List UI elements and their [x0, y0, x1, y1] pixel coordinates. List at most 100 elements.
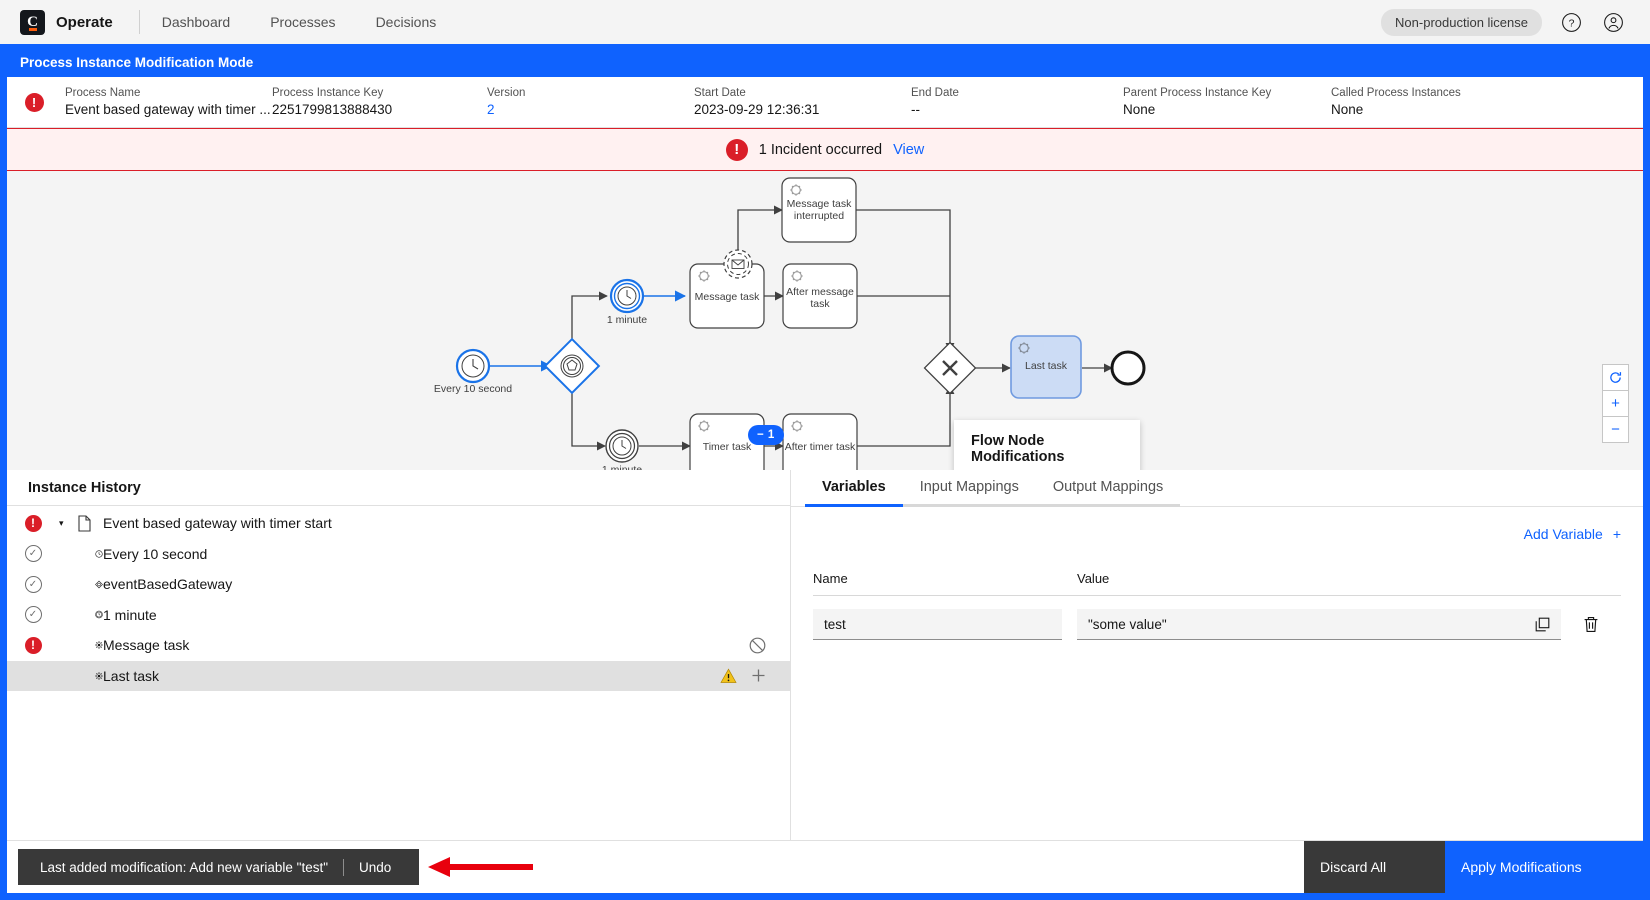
discard-all-button[interactable]: Discard All	[1304, 841, 1445, 893]
lower-panels: Instance History ! ▾ Event based gateway…	[7, 470, 1643, 840]
column-header-value: Value	[1077, 571, 1110, 586]
undo-button[interactable]: Undo	[359, 860, 419, 875]
history-row-label: Every 10 second	[103, 545, 208, 562]
zoom-out-button[interactable]: −	[1602, 416, 1629, 443]
field-process-name: Process Name Event based gateway with ti…	[65, 87, 272, 117]
nav-item-processes[interactable]: Processes	[270, 14, 335, 30]
history-row-event-based-gateway[interactable]: ✓ eventBasedGateway	[7, 569, 790, 600]
history-row-1-minute[interactable]: ✓ 1 minute	[7, 600, 790, 631]
field-value: 2251799813888430	[272, 102, 393, 117]
message-task-interrupted[interactable]: Message task interrupted	[781, 177, 857, 243]
message-task-cancel-badge[interactable]: − 1	[748, 425, 784, 445]
camunda-logo-icon: C	[20, 9, 45, 35]
brand-logo[interactable]: C Operate	[18, 9, 113, 35]
after-message-task[interactable]: After message task	[782, 263, 858, 329]
column-header-name: Name	[813, 571, 848, 586]
svg-text:1 minute: 1 minute	[602, 464, 642, 470]
field-label: Parent Process Instance Key	[1123, 87, 1272, 99]
last-task[interactable]: Last task	[1010, 335, 1082, 399]
variables-panel: Variables Input Mappings Output Mappings…	[791, 470, 1643, 840]
add-flow-node-icon[interactable]	[751, 668, 766, 683]
annotation-arrow	[428, 856, 534, 878]
apply-modifications-button[interactable]: Apply Modifications	[1445, 841, 1643, 893]
instance-history-panel: Instance History ! ▾ Event based gateway…	[7, 470, 791, 840]
user-avatar-icon[interactable]	[1600, 9, 1626, 35]
diagram-zoom-controls: + −	[1602, 364, 1629, 443]
add-variable-label: Add Variable	[1523, 526, 1603, 542]
field-process-instance-key: Process Instance Key 2251799813888430	[272, 87, 487, 117]
variable-value-text: "some value"	[1088, 616, 1167, 632]
nav-divider	[138, 10, 140, 34]
field-value: 2023-09-29 12:36:31	[694, 102, 820, 117]
cancel-flow-node-icon[interactable]	[749, 637, 766, 654]
field-label: Version	[487, 87, 526, 99]
tab-input-mappings[interactable]: Input Mappings	[902, 470, 1036, 507]
exclusive-gateway[interactable]	[923, 341, 977, 395]
message-boundary-event[interactable]	[723, 249, 753, 279]
license-badge: Non-production license	[1381, 8, 1542, 36]
history-row-label: Last task	[103, 667, 160, 684]
svg-text:Every 10 second: Every 10 second	[434, 383, 512, 395]
expand-collapse-icon[interactable]: ▾	[59, 518, 77, 529]
field-value: Event based gateway with timer ...	[65, 102, 271, 117]
history-row-last-task[interactable]: Last task	[7, 660, 790, 691]
bpmn-diagram-canvas[interactable]: Every 10 second 1 minute 1 minute Messag…	[7, 171, 1643, 470]
svg-text:After message: After message	[786, 286, 854, 298]
delete-variable-button[interactable]	[1561, 616, 1621, 633]
timer-catch-top[interactable]: 1 minute	[607, 278, 647, 326]
field-label: Process Instance Key	[272, 87, 384, 99]
history-row-label: Event based gateway with timer start	[103, 515, 332, 532]
history-row-message-task[interactable]: ! Message task	[7, 630, 790, 661]
version-link[interactable]: 2	[487, 102, 694, 117]
add-variable-row: Add Variable +	[813, 507, 1621, 542]
field-label: Start Date	[694, 87, 746, 99]
field-label: Called Process Instances	[1331, 87, 1461, 99]
timer-catch-icon	[77, 606, 103, 623]
copy-icon[interactable]	[1535, 617, 1550, 632]
add-variable-button[interactable]: Add Variable +	[1524, 526, 1621, 542]
incident-view-link[interactable]: View	[893, 142, 924, 158]
variable-row: test "some value"	[813, 596, 1621, 640]
tab-output-mappings[interactable]: Output Mappings	[1035, 470, 1181, 507]
help-icon[interactable]: ?	[1558, 9, 1584, 35]
after-timer-task[interactable]: After timer task	[782, 413, 858, 470]
variable-value-input[interactable]: "some value"	[1077, 609, 1561, 640]
reset-zoom-button[interactable]	[1602, 364, 1629, 391]
row-state-icon: !	[7, 636, 59, 654]
task-icon	[77, 668, 103, 684]
row-actions	[749, 637, 790, 654]
footer-actions: Discard All Apply Modifications	[1304, 841, 1643, 893]
svg-text:Timer task: Timer task	[703, 441, 752, 453]
end-event[interactable]	[1110, 350, 1146, 386]
svg-text:Message task: Message task	[787, 198, 853, 210]
task-icon	[77, 637, 103, 653]
field-value: --	[911, 102, 920, 117]
tab-variables[interactable]: Variables	[805, 470, 903, 507]
field-end-date: End Date --	[911, 87, 1123, 117]
field-start-date: Start Date 2023-09-29 12:36:31	[694, 87, 911, 117]
event-based-gateway[interactable]	[543, 337, 601, 395]
variables-tabs: Variables Input Mappings Output Mappings	[791, 470, 1643, 507]
last-modification-toast: Last added modification: Add new variabl…	[18, 849, 420, 885]
top-nav-right: Non-production license ?	[1381, 8, 1632, 36]
field-version: Version 2	[487, 87, 694, 117]
modification-mode-banner: Process Instance Modification Mode	[0, 47, 1650, 77]
nav-item-decisions[interactable]: Decisions	[376, 14, 437, 30]
modification-frame: ! Process Name Event based gateway with …	[0, 77, 1650, 900]
field-value: None	[1123, 102, 1156, 117]
history-row-every-10-second[interactable]: ✓ Every 10 second	[7, 539, 790, 570]
incident-banner: ! 1 Incident occurred View	[7, 128, 1643, 171]
badge-text: − 1	[757, 429, 775, 441]
nav-item-dashboard[interactable]: Dashboard	[162, 14, 231, 30]
process-icon	[77, 515, 103, 532]
zoom-in-button[interactable]: +	[1602, 390, 1629, 417]
timer-catch-bottom[interactable]: 1 minute	[602, 429, 642, 470]
toast-separator	[343, 858, 345, 876]
instance-history-tree: ! ▾ Event based gateway with timer start…	[7, 506, 790, 840]
message-task[interactable]: Message task	[689, 263, 765, 329]
variables-table: Name Value test "some value"	[813, 571, 1621, 640]
history-row-process[interactable]: ! ▾ Event based gateway with timer start	[7, 508, 790, 539]
field-parent-process-instance-key: Parent Process Instance Key None	[1123, 87, 1331, 117]
variable-name-input[interactable]: test	[813, 609, 1062, 640]
start-timer-event[interactable]: Every 10 second	[434, 348, 512, 395]
